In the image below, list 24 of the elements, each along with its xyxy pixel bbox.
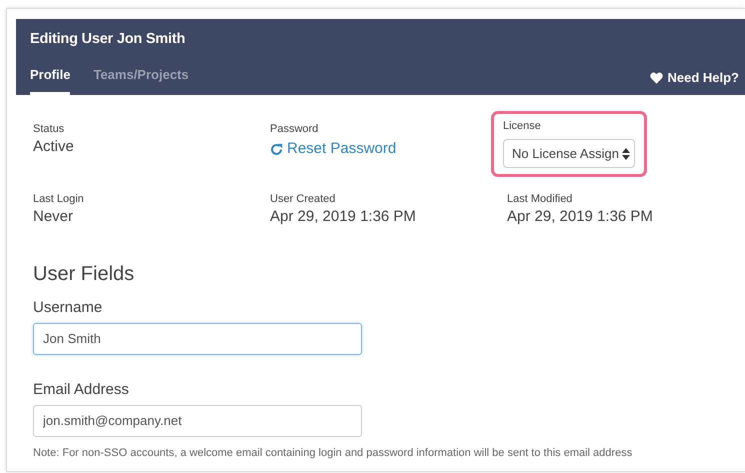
page-title: Editing User Jon Smith (30, 30, 186, 49)
field-label: Status (33, 122, 66, 138)
tab[interactable]: Profile (30, 58, 70, 96)
field-label: User Created (270, 192, 336, 208)
section-heading: User Fields (33, 262, 136, 287)
need-help-link[interactable]: Need Help? (650, 68, 739, 88)
note-text: Note: For non-SSO accounts, a welcome email containing login and password information will be sent to this email address (33, 446, 634, 461)
field-value: Never (33, 208, 74, 226)
heart-icon (650, 72, 664, 84)
field-label: Username (33, 298, 104, 318)
tab[interactable]: Teams/Projects (93, 58, 189, 96)
updown-arrows-icon (622, 148, 630, 160)
username-field[interactable]: Jon Smith (33, 323, 362, 355)
refresh-icon (270, 142, 283, 156)
field-value: Apr 29, 2019 1:36 PM (507, 208, 654, 226)
email-field[interactable]: jon.smith@company.net (33, 405, 362, 437)
field-label: Email Address (33, 380, 130, 400)
field-label: Last Login (33, 192, 85, 208)
reset-password-link[interactable]: Reset Password (270, 138, 396, 160)
field-value: Apr 29, 2019 1:36 PM (270, 208, 417, 226)
field-label: Last Modified (507, 192, 574, 208)
field-value: Active (33, 138, 75, 156)
license-select[interactable]: No License Assign (503, 138, 635, 168)
field-label: License (503, 119, 542, 134)
